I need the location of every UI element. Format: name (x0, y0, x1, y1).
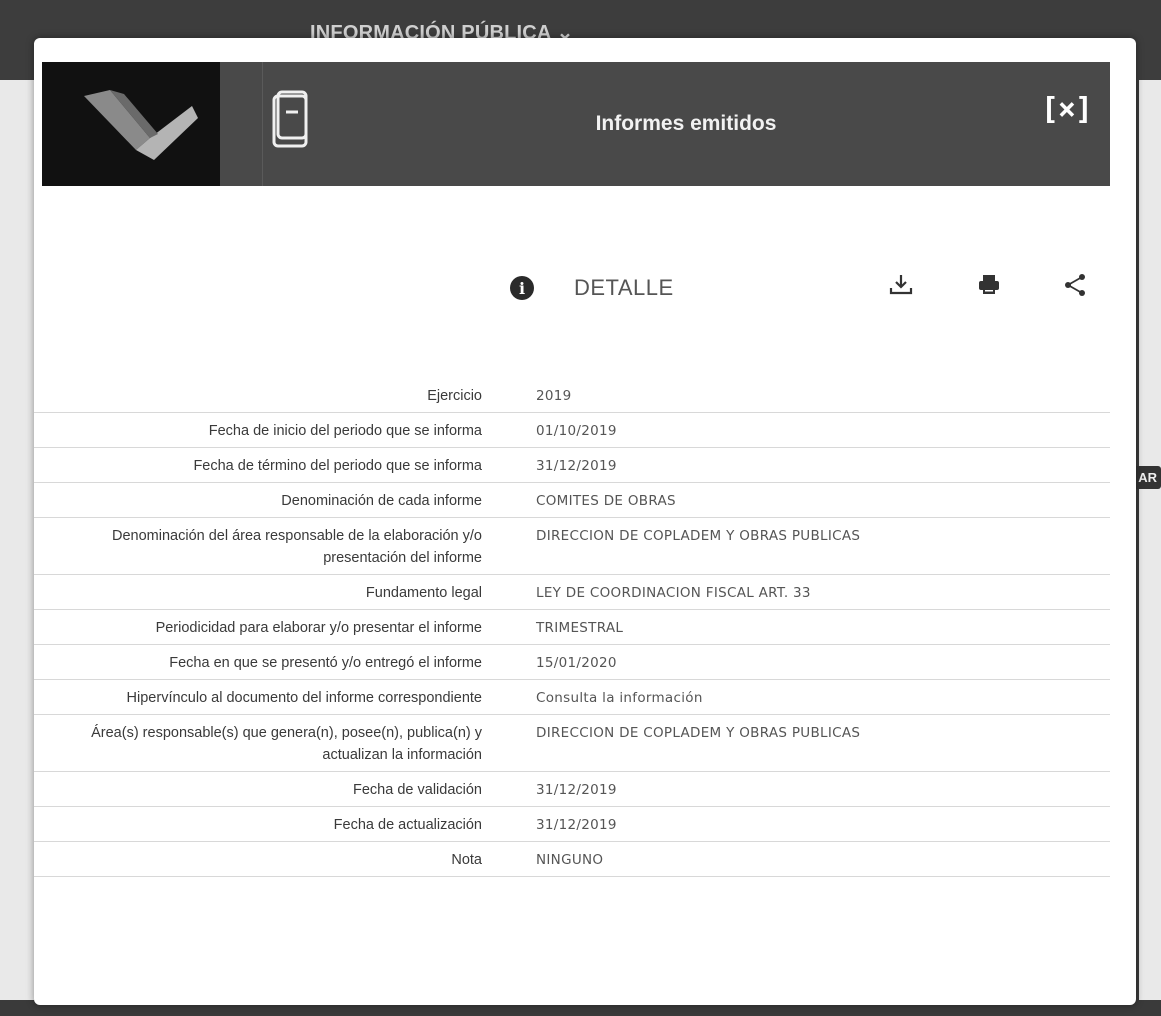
detail-row: Denominación de cada informe COMITES DE O… (34, 482, 1110, 518)
detail-row: Área(s) responsable(s) que genera(n), po… (34, 714, 1110, 772)
detail-row: Fecha de inicio del periodo que se infor… (34, 412, 1110, 448)
detail-row-label: Fecha de inicio del periodo que se infor… (34, 412, 512, 448)
modal-header: Informes emitidos [×] (42, 62, 1110, 186)
detail-row-value: LEY DE COORDINACION FISCAL ART. 33 (512, 574, 1110, 610)
modal-title: Informes emitidos (595, 112, 777, 135)
detail-row-label: Fecha de validación (34, 771, 512, 807)
detail-row-value: DIRECCION DE COPLADEM Y OBRAS PUBLICAS (512, 517, 1110, 575)
detail-row-label: Área(s) responsable(s) que genera(n), po… (34, 714, 512, 772)
info-icon: i (510, 276, 534, 300)
detail-row: Fecha de validación 31/12/2019 (34, 771, 1110, 807)
print-icon[interactable] (976, 272, 1002, 298)
share-icon[interactable] (1062, 272, 1088, 298)
detail-row-value: DIRECCION DE COPLADEM Y OBRAS PUBLICAS (512, 714, 1110, 772)
modal-dialog: Informes emitidos [×] i DETALLE Ejercici… (34, 38, 1136, 1005)
detail-row-label: Denominación de cada informe (34, 482, 512, 518)
detail-table: Ejercicio 2019 Fecha de inicio del periodo… (34, 378, 1110, 877)
detail-row-label: Nota (34, 841, 512, 877)
detail-row-value: 2019 (512, 378, 1110, 413)
detail-row: Nota NINGUNO (34, 841, 1110, 877)
detail-row: Ejercicio 2019 (34, 378, 1110, 413)
detail-row-label: Fecha de actualización (34, 806, 512, 842)
detail-row: Periodicidad para elaborar y/o presentar… (34, 609, 1110, 645)
detail-row: Fecha en que se presentó y/o entregó el … (34, 644, 1110, 680)
detail-row: Hipervínculo al documento del informe co… (34, 679, 1110, 715)
detail-toolbar: i DETALLE (510, 268, 1085, 308)
detail-row-value: COMITES DE OBRAS (512, 482, 1110, 518)
download-icon[interactable] (888, 272, 914, 298)
background-button-fragment: AR (1134, 466, 1161, 489)
detail-row-link[interactable]: Consulta la información (512, 679, 1110, 715)
close-button[interactable]: [×] (1041, 92, 1093, 127)
detail-row-label: Hipervínculo al documento del informe co… (34, 679, 512, 715)
background-page-left (0, 80, 34, 1000)
detail-row-value: TRIMESTRAL (512, 609, 1110, 645)
detail-row-label: Periodicidad para elaborar y/o presentar… (34, 609, 512, 645)
detail-row-label: Fecha de término del periodo que se info… (34, 447, 512, 483)
detail-heading: DETALLE (574, 275, 674, 300)
detail-row-label: Ejercicio (34, 378, 512, 413)
detail-row: Fundamento legal LEY DE COORDINACION FISC… (34, 574, 1110, 610)
detail-row: Fecha de término del periodo que se info… (34, 447, 1110, 483)
background-page-right (1139, 80, 1161, 1000)
detail-row-value: 01/10/2019 (512, 412, 1110, 448)
detail-row-label: Fundamento legal (34, 574, 512, 610)
detail-row-value: NINGUNO (512, 841, 1110, 877)
detail-row-value: 31/12/2019 (512, 447, 1110, 483)
detail-row: Denominación del área responsable de la … (34, 517, 1110, 575)
detail-row-value: 15/01/2020 (512, 644, 1110, 680)
detail-row: Fecha de actualización 31/12/2019 (34, 806, 1110, 842)
detail-row-label: Fecha en que se presentó y/o entregó el … (34, 644, 512, 680)
detail-row-value: 31/12/2019 (512, 806, 1110, 842)
detail-row-label: Denominación del área responsable de la … (34, 517, 512, 575)
detail-row-value: 31/12/2019 (512, 771, 1110, 807)
